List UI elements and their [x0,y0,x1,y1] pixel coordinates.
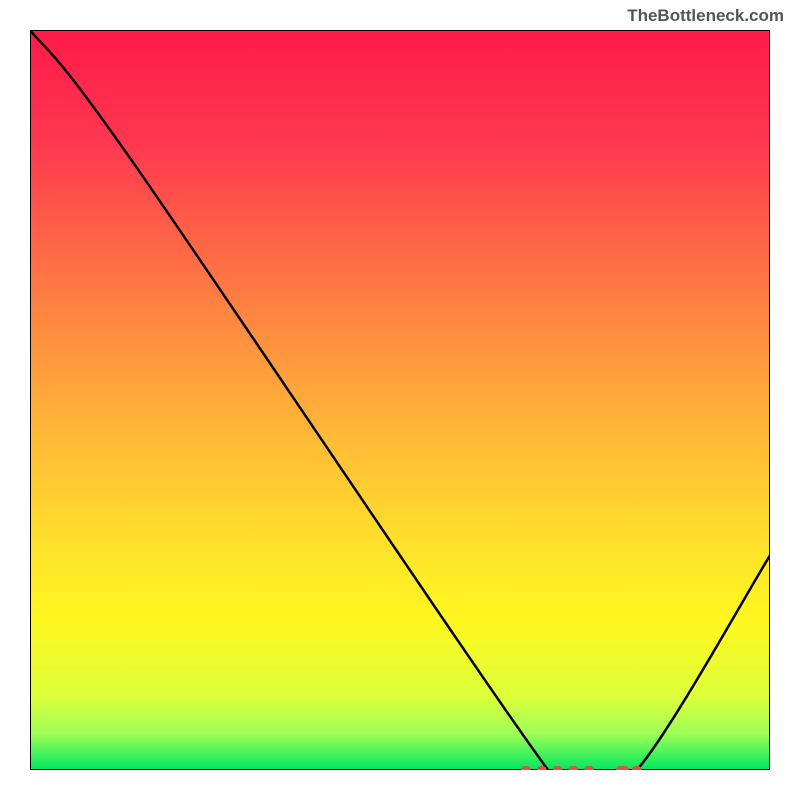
chart-svg [30,30,770,770]
chart-area [30,30,770,770]
chart-background [30,30,770,770]
watermark-label: TheBottleneck.com [627,6,784,26]
